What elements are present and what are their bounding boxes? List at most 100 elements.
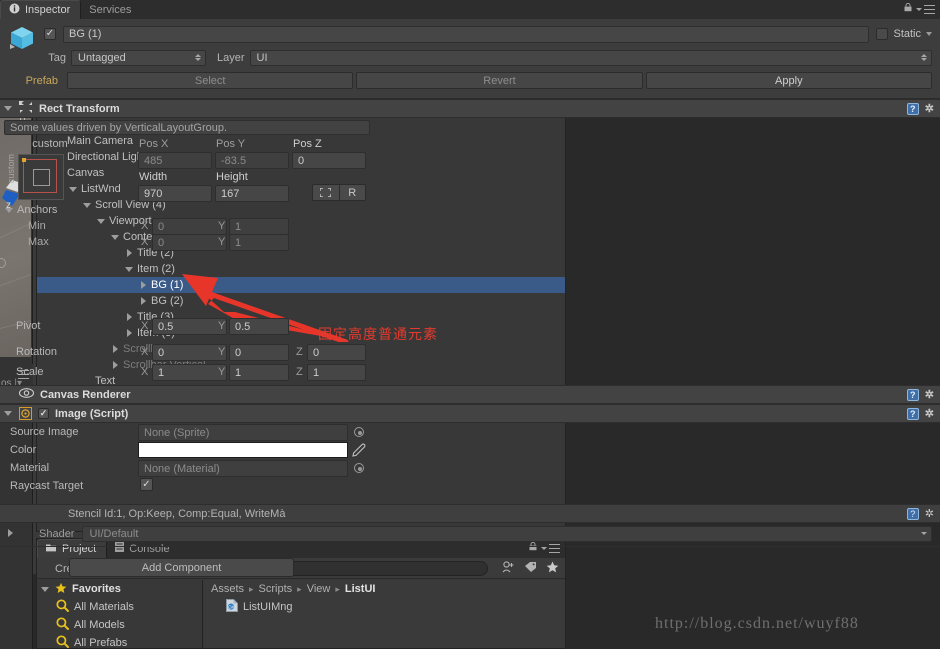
scale-y-field[interactable]: 1	[229, 364, 289, 381]
chevron-down-icon[interactable]	[4, 409, 13, 418]
chevron-right-icon[interactable]	[111, 360, 120, 370]
chevron-down-icon[interactable]	[926, 32, 932, 36]
chevron-right-icon[interactable]	[111, 344, 120, 354]
favorites-item[interactable]: All Models	[37, 616, 202, 634]
pivot-x-field[interactable]: 0.5	[152, 318, 227, 335]
menu-icon[interactable]	[541, 543, 560, 553]
breadcrumb-item[interactable]: Scripts	[259, 583, 293, 595]
chevron-right-icon[interactable]	[125, 328, 134, 338]
hierarchy-item[interactable]: BG (1)	[37, 277, 565, 293]
chevron-right-icon[interactable]	[6, 529, 15, 538]
hierarchy-item[interactable]: Item (2)	[37, 261, 565, 277]
pos-x-field[interactable]: 485	[138, 152, 212, 169]
source-image-field[interactable]: None (Sprite)	[138, 424, 348, 441]
breadcrumb-separator: ▸	[297, 583, 302, 594]
layer-dropdown[interactable]: UI	[249, 49, 932, 66]
scale-label: Scale	[16, 366, 44, 378]
anchor-max-x-field[interactable]: 0	[152, 234, 227, 251]
favorites-list[interactable]: All Materials All Models All Prefabs	[37, 598, 202, 649]
static-checkbox[interactable]	[876, 28, 889, 40]
label-filter-icon[interactable]	[524, 561, 537, 576]
favorites-root[interactable]: Favorites	[37, 580, 202, 598]
height-field[interactable]: 167	[215, 185, 289, 202]
project-favorites-tree[interactable]: Favorites All Materials All Models All Pre…	[37, 580, 203, 649]
material-field[interactable]: None (Material)	[138, 460, 348, 477]
chevron-down-icon[interactable]	[5, 206, 14, 215]
prefab-select-button[interactable]: Select	[67, 72, 354, 89]
tab-inspector[interactable]: Inspector	[0, 0, 82, 19]
breadcrumb-item[interactable]: ListUI	[345, 583, 376, 595]
gear-icon[interactable]: ✲	[925, 388, 934, 401]
tag-dropdown[interactable]: Untagged	[71, 49, 206, 66]
breadcrumb-item[interactable]: Assets	[211, 583, 244, 595]
hierarchy-item[interactable]: Title (3)	[37, 309, 565, 325]
chevron-down-icon[interactable]	[125, 265, 134, 274]
chevron-right-icon[interactable]	[139, 296, 148, 306]
rect-transform-header[interactable]: Rect Transform ? ✲	[0, 99, 940, 118]
rotation-y-field[interactable]: 0	[229, 344, 289, 361]
hierarchy-item[interactable]: Item (3)	[37, 325, 565, 341]
anchor-preset-widget[interactable]	[18, 154, 64, 200]
rotation-x-field[interactable]: 0	[152, 344, 227, 361]
prefab-apply-button[interactable]: Apply	[645, 72, 932, 89]
rot-y-axis: Y	[218, 346, 226, 358]
project-file-list[interactable]: C# ListUIMng	[204, 598, 565, 616]
asset-type-filter-icon[interactable]	[502, 561, 515, 576]
gear-icon[interactable]: ✲	[925, 507, 934, 520]
help-icon[interactable]: ?	[906, 102, 919, 115]
prefab-revert-button[interactable]: Revert	[356, 72, 643, 89]
scale-z-field[interactable]: 1	[307, 364, 366, 381]
shader-dropdown[interactable]: UI/Default	[82, 525, 932, 542]
favorites-item[interactable]: All Prefabs	[37, 634, 202, 649]
add-component-button[interactable]: Add Component	[69, 558, 294, 577]
raycast-target-checkbox[interactable]: ✓	[140, 478, 153, 491]
breadcrumb-item[interactable]: View	[307, 583, 331, 595]
canvas-renderer-header[interactable]: Canvas Renderer ? ✲	[0, 385, 940, 404]
breadcrumb-separator: ▸	[335, 583, 340, 594]
image-enabled-checkbox[interactable]: ✓	[38, 408, 49, 419]
object-picker-icon[interactable]	[354, 463, 364, 473]
chevron-down-icon[interactable]	[41, 585, 50, 594]
project-content-pane[interactable]: Assets ▸ Scripts ▸ View ▸ ListUI C# ListUIMng	[204, 580, 565, 648]
chevron-down-icon[interactable]	[4, 104, 13, 113]
pivot-y-field[interactable]: 0.5	[229, 318, 289, 335]
chevron-right-icon[interactable]	[125, 312, 134, 322]
gear-icon[interactable]: ✲	[925, 407, 934, 420]
blueprint-mode-icon[interactable]	[312, 184, 340, 201]
help-icon[interactable]: ?	[906, 388, 919, 401]
gear-icon[interactable]: ✲	[925, 102, 934, 115]
anchors-foldout[interactable]: Anchors	[5, 204, 57, 216]
help-icon[interactable]: ?	[906, 507, 919, 520]
rotation-z-field[interactable]: 0	[307, 344, 366, 361]
hierarchy-item[interactable]: BG (2)	[37, 293, 565, 309]
anchor-min-x-field[interactable]: 0	[152, 218, 227, 235]
static-toggle[interactable]: Static	[876, 28, 932, 40]
prefab-row: Prefab Select Revert Apply	[8, 71, 932, 90]
chevron-right-icon[interactable]	[139, 280, 148, 290]
image-script-header[interactable]: ✓ Image (Script) ? ✲	[0, 404, 940, 423]
help-icon[interactable]: ?	[906, 407, 919, 420]
width-field[interactable]: 970	[138, 185, 212, 202]
object-name-field[interactable]: BG (1)	[63, 25, 870, 43]
pos-z-field[interactable]: 0	[292, 152, 366, 169]
project-file-item[interactable]: C# ListUIMng	[204, 598, 565, 616]
color-swatch[interactable]	[138, 442, 348, 458]
material-block-header[interactable]: Stencil Id:1, Op:Keep, Comp:Equal, Write…	[0, 504, 940, 523]
favorite-filter-icon[interactable]	[546, 561, 559, 576]
rotation-label: Rotation	[16, 346, 57, 358]
raw-edit-toggle[interactable]: R	[339, 184, 366, 201]
object-picker-icon[interactable]	[354, 427, 364, 437]
anchor-min-y-field[interactable]: 1	[229, 218, 289, 235]
shader-value: UI/Default	[89, 527, 139, 540]
lock-icon[interactable]	[904, 2, 912, 15]
anchor-max-y-field[interactable]: 1	[229, 234, 289, 251]
lock-icon[interactable]	[529, 541, 537, 554]
favorites-item[interactable]: All Materials	[37, 598, 202, 616]
pos-y-field[interactable]: -83.5	[215, 152, 289, 169]
tab-services[interactable]: Services	[81, 0, 141, 19]
eyedropper-icon[interactable]	[352, 443, 366, 460]
object-enabled-checkbox[interactable]: ✓	[44, 28, 56, 40]
menu-icon[interactable]	[916, 4, 935, 14]
scale-x-field[interactable]: 1	[152, 364, 227, 381]
breadcrumb[interactable]: Assets ▸ Scripts ▸ View ▸ ListUI	[204, 580, 565, 598]
